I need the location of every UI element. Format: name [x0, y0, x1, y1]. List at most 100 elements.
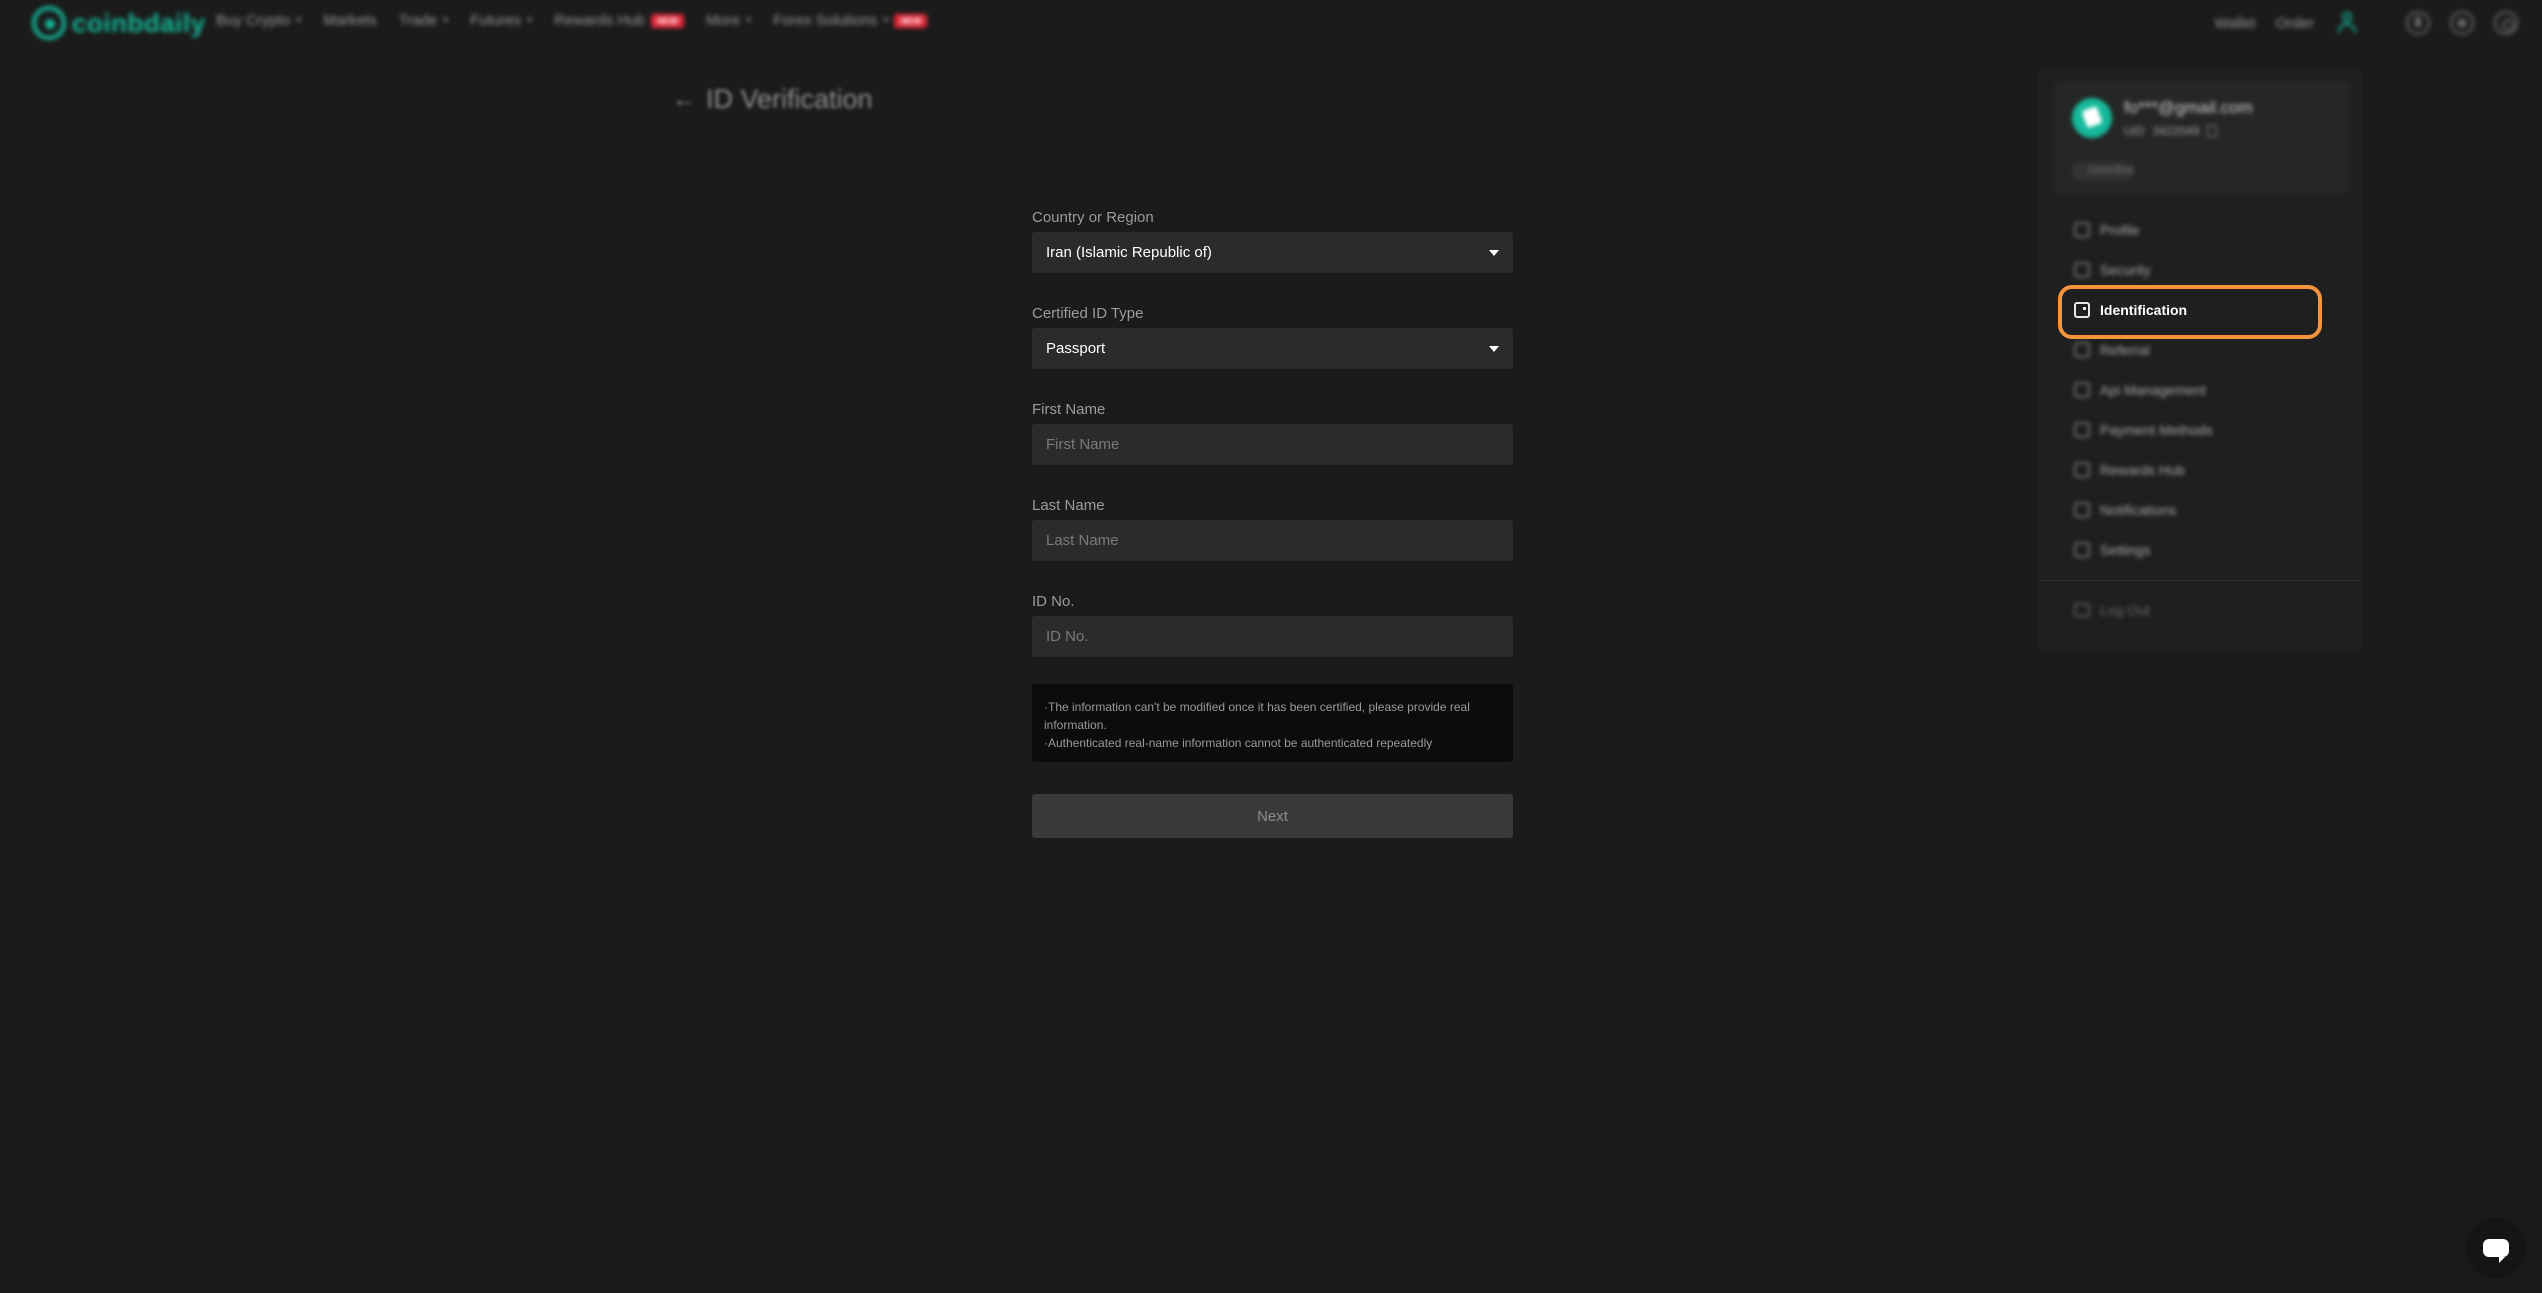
- id-card-icon: [2074, 302, 2090, 318]
- first-name-label: First Name: [1032, 401, 1106, 418]
- logo[interactable]: coinbdaily: [32, 6, 206, 40]
- logo-icon: [32, 6, 66, 40]
- nav-label: Trade: [398, 12, 438, 29]
- last-name-label: Last Name: [1032, 497, 1105, 514]
- shield-icon: [2074, 262, 2090, 278]
- person-icon: [2074, 222, 2090, 238]
- nav-rewards-hub[interactable]: Rewards Hub NEW: [554, 12, 685, 29]
- sidebar-item-notifications[interactable]: Notifications: [2038, 490, 2362, 530]
- sidebar-item-label: Identification: [2100, 302, 2188, 318]
- id-type-select[interactable]: Passport: [1032, 328, 1513, 369]
- nav-label: Buy Crypto: [216, 12, 291, 29]
- chevron-down-icon: ▾: [296, 15, 302, 26]
- chevron-down-icon: ▾: [443, 15, 449, 26]
- settings-icon[interactable]: [2494, 11, 2518, 35]
- sidebar-menu: Profile Security Identification Referral…: [2038, 210, 2362, 570]
- account-sidebar: fo***@gmail.com UID 3422049 Unverified P…: [2038, 70, 2362, 652]
- sidebar-item-label: Profile: [2100, 222, 2140, 238]
- country-label: Country or Region: [1032, 209, 1154, 226]
- id-no-box: [1032, 616, 1513, 657]
- dropdown-caret-icon: [1489, 345, 1499, 352]
- main-menu: Buy Crypto ▾ Markets Trade ▾ Futures ▾ R…: [216, 12, 928, 29]
- notice-box: ·The information can't be modified once …: [1032, 684, 1513, 762]
- id-type-field: Certified ID Type Passport: [1032, 300, 1513, 396]
- last-name-input[interactable]: [1046, 532, 1499, 549]
- nav-label: Rewards Hub: [554, 12, 646, 29]
- sidebar-item-settings[interactable]: Settings: [2038, 530, 2362, 570]
- notice-line-1: ·The information can't be modified once …: [1044, 700, 1470, 732]
- logout-icon: [2074, 603, 2090, 617]
- notice-line-2: ·Authenticated real-name information can…: [1044, 736, 1433, 750]
- nav-more[interactable]: More ▾: [706, 12, 751, 29]
- nav-label: Futures: [470, 12, 522, 29]
- header-actions: Wallet Order: [2195, 10, 2542, 36]
- sidebar-item-label: Payment Methods: [2100, 422, 2213, 438]
- nav-label: Forex Solutions: [773, 12, 878, 29]
- id-type-label: Certified ID Type: [1032, 305, 1144, 322]
- profile-card: fo***@gmail.com UID 3422049 Unverified: [2054, 80, 2350, 194]
- nav-forex-solutions[interactable]: Forex Solutions ▾ NEW: [773, 12, 928, 29]
- sidebar-item-label: Rewards Hub: [2100, 462, 2185, 478]
- id-type-value: Passport: [1046, 340, 1106, 357]
- sidebar-item-label: Referral: [2100, 342, 2150, 358]
- chat-support-button[interactable]: [2468, 1220, 2524, 1276]
- user-icon[interactable]: [2334, 10, 2360, 36]
- next-button[interactable]: Next: [1032, 794, 1513, 838]
- country-select[interactable]: Iran (Islamic Republic of): [1032, 232, 1513, 273]
- api-icon: [2074, 382, 2090, 398]
- new-badge: NEW: [651, 13, 685, 28]
- logout-button[interactable]: Log Out: [2074, 602, 2150, 618]
- nav-buy-crypto[interactable]: Buy Crypto ▾: [216, 12, 301, 29]
- logo-text: coinbdaily: [72, 7, 206, 38]
- chevron-down-icon: ▾: [527, 15, 533, 26]
- country-field: Country or Region Iran (Islamic Republic…: [1032, 204, 1513, 300]
- nav-futures[interactable]: Futures ▾: [470, 12, 532, 29]
- id-no-label: ID No.: [1032, 593, 1075, 610]
- sidebar-item-security[interactable]: Security: [2038, 250, 2362, 290]
- back-arrow-icon[interactable]: ←: [672, 86, 696, 114]
- id-verification-form: Country or Region Iran (Islamic Republic…: [1032, 204, 1513, 838]
- wallet-link[interactable]: Wallet: [2215, 15, 2256, 32]
- copy-icon[interactable]: [2207, 125, 2218, 137]
- profile-email: fo***@gmail.com: [2124, 98, 2253, 117]
- last-name-field: Last Name: [1032, 492, 1513, 588]
- download-icon[interactable]: [2406, 11, 2430, 35]
- uid-value: 3422049: [2152, 124, 2200, 138]
- order-link[interactable]: Order: [2276, 15, 2314, 32]
- logout-label: Log Out: [2100, 602, 2150, 618]
- globe-icon[interactable]: [2450, 11, 2474, 35]
- nav-markets[interactable]: Markets: [323, 12, 376, 29]
- sidebar-item-api-management[interactable]: Api Management: [2038, 370, 2362, 410]
- page-title: ← ID Verification: [672, 84, 873, 115]
- chevron-down-icon: ▾: [883, 15, 889, 26]
- sidebar-item-payment-methods[interactable]: Payment Methods: [2038, 410, 2362, 450]
- dropdown-caret-icon: [1489, 249, 1499, 256]
- nav-trade[interactable]: Trade ▾: [399, 12, 449, 29]
- nav-label: More: [706, 12, 741, 29]
- reward-icon: [2074, 462, 2090, 478]
- first-name-box: [1032, 424, 1513, 465]
- sidebar-item-label: Settings: [2100, 542, 2151, 558]
- sidebar-item-profile[interactable]: Profile: [2038, 210, 2362, 250]
- gear-icon: [2074, 542, 2090, 558]
- first-name-field: First Name: [1032, 396, 1513, 492]
- country-value: Iran (Islamic Republic of): [1046, 244, 1212, 261]
- sidebar-item-label: Api Management: [2100, 382, 2206, 398]
- sidebar-item-rewards-hub[interactable]: Rewards Hub: [2038, 450, 2362, 490]
- first-name-input[interactable]: [1046, 436, 1499, 453]
- id-no-input[interactable]: [1046, 628, 1499, 645]
- sidebar-item-identification[interactable]: Identification: [2038, 290, 2362, 330]
- chat-icon: [2483, 1239, 2509, 1263]
- nav-label: Markets: [323, 12, 377, 29]
- card-icon: [2074, 422, 2090, 438]
- sidebar-item-label: Notifications: [2100, 502, 2177, 518]
- uid-label: UID: [2124, 124, 2145, 138]
- avatar[interactable]: [2072, 98, 2112, 138]
- sidebar-item-referral[interactable]: Referral: [2038, 330, 2362, 370]
- new-badge: NEW: [894, 13, 928, 28]
- id-no-field: ID No.: [1032, 588, 1513, 684]
- verification-status-badge: Unverified: [2072, 162, 2134, 180]
- page-title-text: ID Verification: [706, 84, 873, 114]
- chevron-down-icon: ▾: [746, 15, 752, 26]
- sidebar-divider: [2038, 580, 2362, 581]
